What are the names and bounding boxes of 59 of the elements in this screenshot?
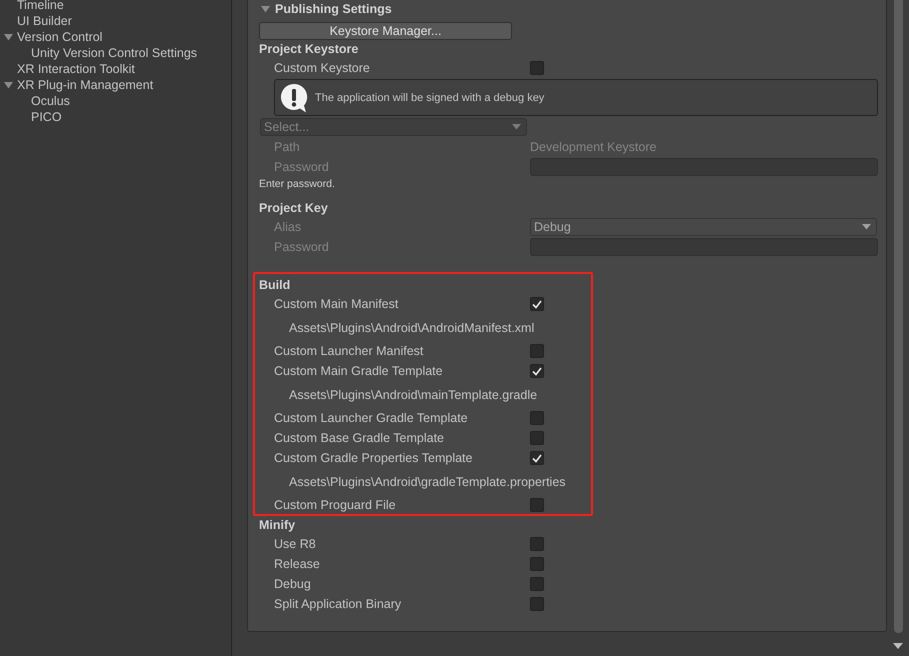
- group-heading: Build: [259, 278, 290, 292]
- keystore-manager-button[interactable]: Keystore Manager...: [259, 22, 512, 40]
- field-label: Custom Main Manifest: [274, 297, 398, 311]
- scroll-down-icon[interactable]: [893, 643, 903, 650]
- field-label: Split Application Binary: [274, 597, 402, 611]
- checkmark-icon: [532, 454, 542, 462]
- checkbox[interactable]: [530, 297, 544, 311]
- sidebar-item[interactable]: UI Builder: [17, 14, 72, 28]
- checkbox[interactable]: [530, 577, 544, 591]
- field-label: Path: [274, 140, 300, 154]
- checkbox[interactable]: [530, 557, 544, 571]
- caret-icon: [862, 224, 871, 230]
- field-label: Custom Base Gradle Template: [274, 431, 444, 445]
- field-label: Use R8: [274, 537, 316, 551]
- sidebar-item[interactable]: XR Plug-in Management: [17, 78, 154, 92]
- warning-icon: [279, 82, 309, 114]
- expanded-arrow-icon[interactable]: [4, 33, 13, 41]
- sidebar-item[interactable]: Timeline: [17, 0, 64, 12]
- field-label: Release: [274, 557, 320, 571]
- field-label: Custom Launcher Gradle Template: [274, 411, 468, 425]
- caret-icon: [512, 124, 521, 130]
- file-path: Assets\Plugins\Android\gradleTemplate.properties: [289, 474, 566, 488]
- checkbox[interactable]: [530, 537, 544, 551]
- group-heading: Project Keystore: [259, 42, 358, 56]
- field-label: Custom Main Gradle Template: [274, 364, 443, 378]
- expanded-arrow-icon[interactable]: [4, 81, 13, 89]
- field-label: Debug: [274, 577, 311, 591]
- checkbox[interactable]: [530, 431, 544, 445]
- file-path: Assets\Plugins\Android\mainTemplate.gradle: [289, 388, 538, 402]
- expanded-arrow-icon[interactable]: [261, 5, 270, 13]
- field-label: Password: [274, 160, 329, 174]
- group-heading: Minify: [259, 518, 296, 532]
- checkbox[interactable]: [530, 451, 544, 465]
- field-label: Custom Proguard File: [274, 498, 396, 512]
- field-label: Custom Launcher Manifest: [274, 344, 424, 358]
- sidebar-item[interactable]: Unity Version Control Settings: [31, 46, 198, 60]
- group-heading: Project Key: [259, 201, 328, 215]
- sidebar-item[interactable]: Oculus: [31, 94, 70, 108]
- field-label: Alias: [274, 220, 302, 234]
- field-value: Development Keystore: [530, 140, 656, 154]
- checkbox[interactable]: [530, 411, 544, 425]
- field-label: Custom Keystore: [274, 61, 370, 75]
- field-label: Password: [274, 240, 329, 254]
- section-title[interactable]: Publishing Settings: [275, 2, 392, 16]
- field-label: Custom Gradle Properties Template: [274, 451, 472, 465]
- scrollbar-thumb[interactable]: [894, 0, 902, 633]
- help-message: The application will be signed with a debug key: [315, 92, 544, 104]
- sidebar-item[interactable]: Version Control: [17, 30, 102, 44]
- checkbox[interactable]: [530, 597, 544, 611]
- checkmark-icon: [532, 300, 542, 308]
- checkbox[interactable]: [530, 498, 544, 512]
- file-path: Assets\Plugins\Android\AndroidManifest.xml: [289, 320, 534, 334]
- sidebar-item[interactable]: XR Interaction Toolkit: [17, 62, 135, 76]
- checkmark-icon: [532, 366, 542, 376]
- checkbox[interactable]: [530, 61, 544, 75]
- hint-text: Enter password.: [259, 178, 335, 190]
- checkbox[interactable]: [530, 344, 544, 358]
- sidebar-item[interactable]: PICO: [31, 110, 62, 124]
- checkbox[interactable]: [530, 364, 544, 378]
